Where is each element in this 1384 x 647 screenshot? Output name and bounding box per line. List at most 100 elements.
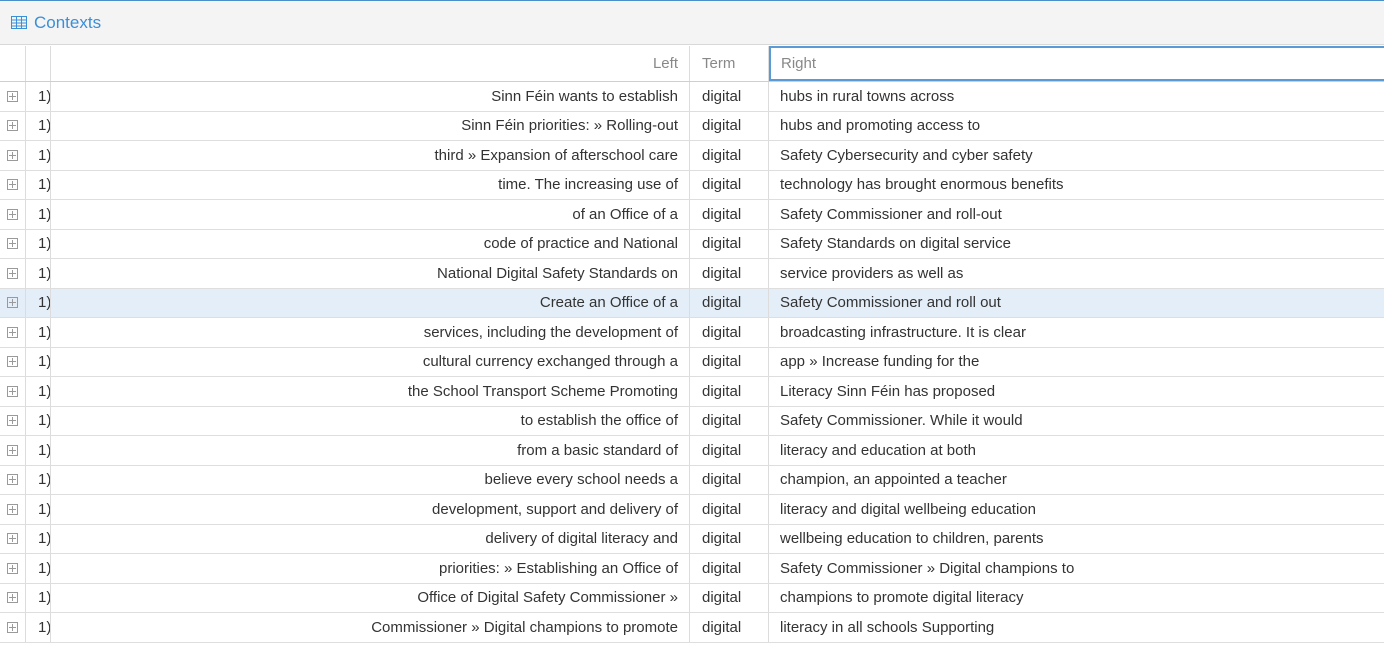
row-number: 1): [26, 495, 51, 524]
table-row[interactable]: 1) Commissioner » Digital champions to pr…: [0, 613, 1384, 643]
expand-icon[interactable]: [7, 503, 18, 515]
row-number: 1): [26, 347, 51, 376]
term: digital: [690, 613, 769, 642]
row-number: 1): [26, 377, 51, 406]
term: digital: [690, 318, 769, 347]
term: digital: [690, 524, 769, 553]
column-header-right[interactable]: Right: [769, 46, 1384, 81]
table-row[interactable]: 1) believe every school needs a digital cha…: [0, 465, 1384, 495]
table-row[interactable]: 1) third » Expansion of afterschool care d…: [0, 141, 1384, 171]
left-context: priorities: » Establishing an Office of: [51, 554, 690, 583]
term: digital: [690, 170, 769, 199]
expand-icon[interactable]: [7, 179, 18, 191]
expand-cell[interactable]: [0, 406, 26, 435]
table-row[interactable]: 1) of an Office of a digital Safety Commiss…: [0, 200, 1384, 230]
expand-cell[interactable]: [0, 288, 26, 317]
expand-icon[interactable]: [7, 149, 18, 161]
table-header: Left Term Right: [0, 46, 1384, 82]
table-row[interactable]: 1) the School Transport Scheme Promoting d…: [0, 377, 1384, 407]
expand-icon[interactable]: [7, 120, 18, 132]
expand-cell[interactable]: [0, 347, 26, 376]
row-number: 1): [26, 229, 51, 258]
left-context: to establish the office of: [51, 406, 690, 435]
row-number: 1): [26, 111, 51, 140]
table-row[interactable]: 1) Sinn Féin priorities: » Rolling-out dig…: [0, 111, 1384, 141]
expand-icon[interactable]: [7, 356, 18, 368]
expand-cell[interactable]: [0, 377, 26, 406]
table-row[interactable]: 1) National Digital Safety Standards on di…: [0, 259, 1384, 289]
expand-cell[interactable]: [0, 465, 26, 494]
right-context: Safety Commissioner and roll-out: [780, 205, 1002, 223]
expand-cell[interactable]: [0, 229, 26, 258]
expand-cell[interactable]: [0, 613, 26, 642]
expand-cell[interactable]: [0, 583, 26, 612]
left-context: believe every school needs a: [51, 465, 690, 494]
expand-icon[interactable]: [7, 444, 18, 456]
right-context: hubs in rural towns across: [780, 87, 955, 105]
row-number: 1): [26, 524, 51, 553]
expand-icon[interactable]: [7, 592, 18, 604]
expand-cell[interactable]: [0, 524, 26, 553]
left-context: code of practice and National: [51, 229, 690, 258]
term: digital: [690, 82, 769, 111]
term: digital: [690, 141, 769, 170]
left-context: Commissioner » Digital champions to prom…: [51, 613, 690, 642]
table-row[interactable]: 1) development, support and delivery of di…: [0, 495, 1384, 525]
expand-icon[interactable]: [7, 267, 18, 279]
table-row[interactable]: 1) from a basic standard of digital literac…: [0, 436, 1384, 466]
expand-cell[interactable]: [0, 436, 26, 465]
expand-icon[interactable]: [7, 297, 18, 309]
table-row[interactable]: 1) priorities: » Establishing an Office o…: [0, 554, 1384, 584]
left-context: of an Office of a: [51, 200, 690, 229]
expand-cell[interactable]: [0, 200, 26, 229]
table-row[interactable]: 1) Office of Digital Safety Commissioner …: [0, 583, 1384, 613]
expand-cell[interactable]: [0, 111, 26, 140]
row-number: 1): [26, 318, 51, 347]
header-expander-cell: [0, 46, 26, 81]
table-row[interactable]: 1) delivery of digital literacy and digita…: [0, 524, 1384, 554]
expand-cell[interactable]: [0, 82, 26, 111]
right-context: hubs and promoting access to: [780, 117, 981, 135]
expand-cell[interactable]: [0, 170, 26, 199]
expand-cell[interactable]: [0, 259, 26, 288]
expand-icon[interactable]: [7, 415, 18, 427]
table-row[interactable]: 1) services, including the development of…: [0, 318, 1384, 348]
expand-icon[interactable]: [7, 326, 18, 338]
column-header-left[interactable]: Left: [51, 46, 690, 81]
right-context: literacy and education at both: [780, 441, 976, 459]
expand-icon[interactable]: [7, 562, 18, 574]
expand-cell[interactable]: [0, 495, 26, 524]
table-icon: [11, 16, 27, 29]
right-context: literacy and digital wellbeing education: [780, 500, 1036, 518]
table-row[interactable]: 1) Sinn Féin wants to establish digital hub…: [0, 82, 1384, 112]
row-number: 1): [26, 436, 51, 465]
expand-icon[interactable]: [7, 385, 18, 397]
expand-icon[interactable]: [7, 208, 18, 220]
expand-icon[interactable]: [7, 533, 18, 545]
expand-icon[interactable]: [7, 621, 18, 633]
row-number: 1): [26, 82, 51, 111]
term: digital: [690, 436, 769, 465]
term: digital: [690, 554, 769, 583]
panel-title: Contexts: [34, 12, 102, 32]
expand-icon[interactable]: [7, 474, 18, 486]
right-context: Safety Standards on digital service: [780, 235, 1011, 253]
expand-icon[interactable]: [7, 238, 18, 250]
row-number: 1): [26, 170, 51, 199]
right-context: Literacy Sinn Féin has proposed: [780, 382, 996, 400]
table-row[interactable]: 1) to establish the office of digital Safet…: [0, 406, 1384, 436]
expand-icon[interactable]: [7, 90, 18, 102]
term: digital: [690, 583, 769, 612]
left-context: third » Expansion of afterschool care: [51, 141, 690, 170]
column-header-term[interactable]: Term: [690, 46, 769, 81]
row-number: 1): [26, 554, 51, 583]
expand-cell[interactable]: [0, 318, 26, 347]
table-row[interactable]: 1) cultural currency exchanged through ad…: [0, 347, 1384, 377]
table-row[interactable]: 1) time. The increasing use of digital tech…: [0, 170, 1384, 200]
table-row[interactable]: 1) code of practice and National digital Sa…: [0, 229, 1384, 259]
row-number: 1): [26, 141, 51, 170]
expand-cell[interactable]: [0, 141, 26, 170]
left-context: Office of Digital Safety Commissioner »: [51, 583, 690, 612]
table-row[interactable]: 1) Create an Office of a digital Safety Com…: [0, 288, 1384, 318]
expand-cell[interactable]: [0, 554, 26, 583]
